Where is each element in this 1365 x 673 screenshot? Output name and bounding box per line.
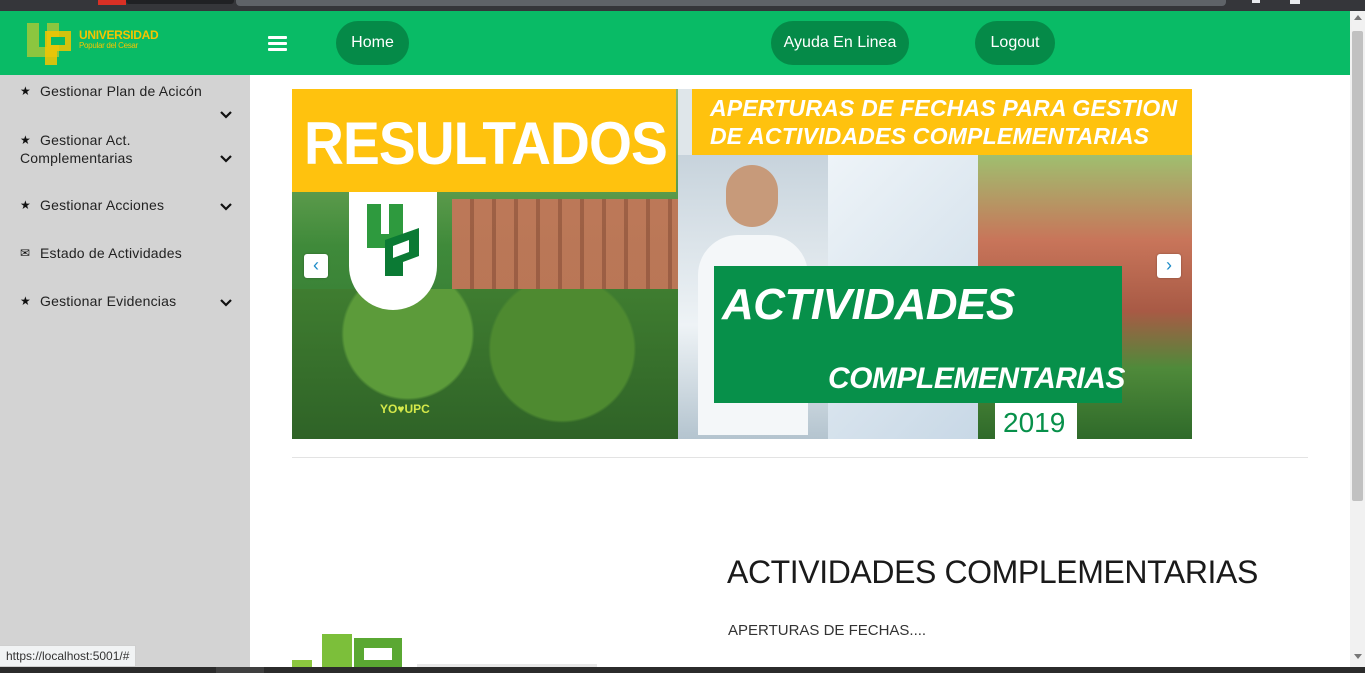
scrollbar-thumb[interactable] (1352, 31, 1363, 501)
sidebar-item-act-complementarias[interactable]: ★ Gestionar Act. Complementarias (20, 131, 232, 167)
chevron-down-icon[interactable] (220, 111, 232, 119)
upc-emblem-icon (367, 204, 419, 276)
resultados-band: RESULTADOS (292, 89, 676, 192)
sidebar-item-label: Estado de Actividades (40, 245, 182, 261)
sidebar-item-plan-accion[interactable]: ★ Gestionar Plan de Acicón (20, 83, 232, 119)
sidebar-item-evidencias[interactable]: ★ Gestionar Evidencias (20, 293, 232, 309)
scroll-up-icon[interactable] (1354, 15, 1362, 20)
yo-amo-upc-tag: YO♥UPC (380, 402, 430, 416)
complementarias-title: COMPLEMENTARIAS (828, 362, 1125, 395)
actividades-banner: APERTURAS DE FECHAS PARA GESTION DE ACTI… (678, 89, 1192, 439)
home-button[interactable]: Home (336, 21, 409, 65)
scroll-down-icon[interactable] (1354, 654, 1362, 659)
sidebar-item-label: Gestionar Act. Complementarias (20, 132, 133, 166)
hamburger-icon[interactable] (268, 36, 287, 51)
top-navbar: UNIVERSIDAD Popular del Cesar Home Ayuda… (0, 11, 1350, 75)
minimize-icon[interactable] (1252, 0, 1260, 3)
sidebar-item-label: Gestionar Acciones (40, 197, 165, 213)
status-bar-url: https://localhost:5001/# (0, 645, 137, 667)
star-icon: ★ (20, 133, 31, 147)
star-icon: ★ (20, 198, 31, 212)
chevron-down-icon[interactable] (220, 299, 232, 307)
content-divider (292, 457, 1308, 458)
os-taskbar (0, 667, 1365, 673)
browser-chrome (0, 0, 1365, 11)
actividades-title: ACTIVIDADES (722, 280, 1015, 329)
envelope-icon: ✉ (20, 246, 31, 260)
university-subtitle: Popular del Cesar (79, 41, 138, 50)
university-logo[interactable]: UNIVERSIDAD Popular del Cesar (25, 17, 165, 71)
actividades-title-box: ACTIVIDADES COMPLEMENTARIAS (714, 266, 1125, 403)
upc-logo-icon (27, 23, 71, 65)
address-bar[interactable] (236, 0, 1226, 6)
sidebar-item-estado-actividades[interactable]: ✉ Estado de Actividades (20, 245, 232, 261)
university-name-line: UNIVERSIDAD (79, 28, 159, 42)
sidebar-item-acciones[interactable]: ★ Gestionar Acciones (20, 197, 232, 213)
resultados-banner: RESULTADOS YO♥UPC (292, 89, 678, 439)
sidebar-item-label: Gestionar Plan de Acicón (40, 83, 203, 99)
chevron-down-icon[interactable] (1290, 0, 1300, 4)
year-label: 2019 (1003, 407, 1066, 438)
ayuda-en-linea-button[interactable]: Ayuda En Linea (771, 21, 909, 65)
star-icon: ★ (20, 84, 31, 98)
chevron-down-icon[interactable] (220, 203, 232, 211)
carousel-next-button[interactable]: › (1157, 254, 1181, 278)
university-name: UNIVERSIDAD Popular del Cesar (79, 28, 159, 51)
taskbar-item[interactable] (216, 667, 264, 673)
campus-trees-image (292, 289, 678, 439)
sidebar-item-label: Gestionar Evidencias (40, 293, 177, 309)
logout-button[interactable]: Logout (975, 21, 1055, 65)
year-box: 2019 (995, 403, 1077, 439)
chevron-down-icon[interactable] (220, 155, 232, 163)
scientist-head-shape (726, 165, 778, 227)
upc-shield-logo (349, 192, 437, 310)
page-scrollbar[interactable] (1350, 11, 1365, 673)
section-subtitle: APERTURAS DE FECHAS.... (728, 622, 927, 639)
resultados-heading: RESULTADOS (304, 110, 668, 177)
star-icon: ★ (20, 294, 31, 308)
sidebar: ★ Gestionar Plan de Acicón ★ Gestionar Act… (0, 75, 250, 673)
aperturas-heading: APERTURAS DE FECHAS PARA GESTION DE ACTI… (710, 95, 1178, 149)
browser-tab-indicator (98, 0, 126, 5)
section-title: ACTIVIDADES COMPLEMENTARIAS (727, 554, 1258, 590)
carousel-prev-button[interactable]: ‹ (304, 254, 328, 278)
browser-tab[interactable] (126, 0, 234, 4)
aperturas-band: APERTURAS DE FECHAS PARA GESTION DE ACTI… (692, 89, 1192, 155)
image-carousel: RESULTADOS YO♥UPC APERTURAS DE FECHAS PA… (292, 89, 1192, 439)
